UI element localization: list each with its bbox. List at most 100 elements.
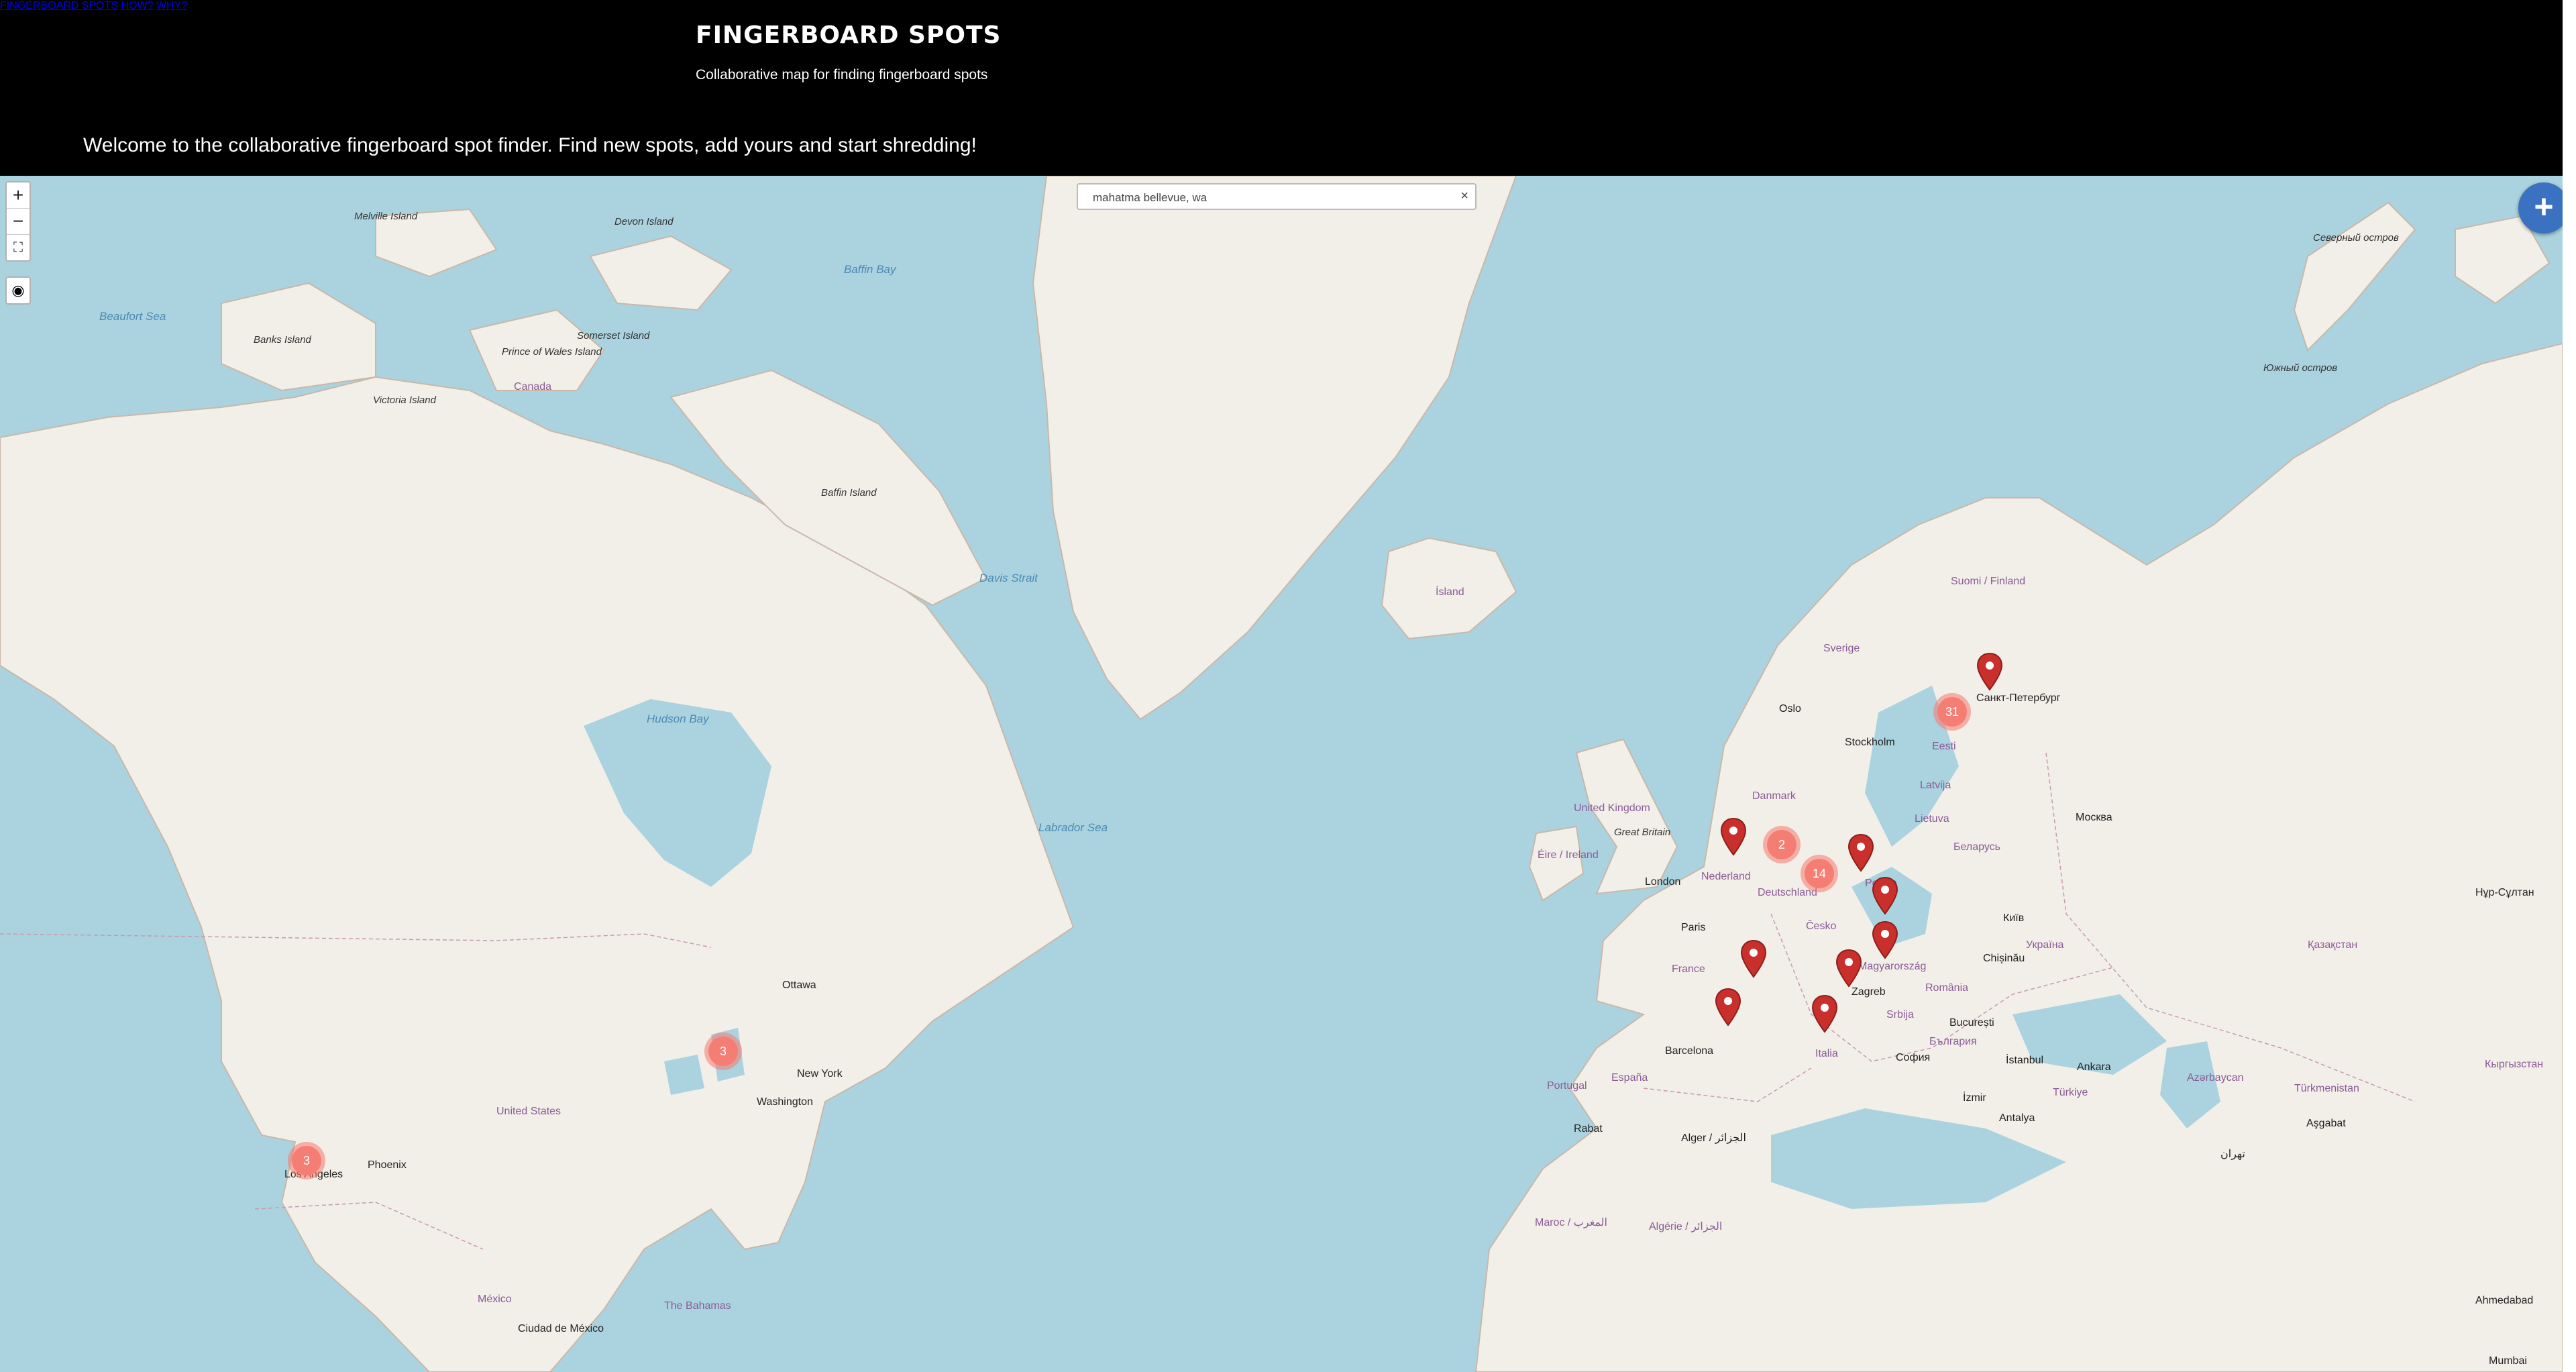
cluster-count: 3 <box>292 1146 321 1175</box>
cluster-marker-baltic[interactable]: 31 <box>1933 693 1971 731</box>
label-united-states: United States <box>496 1106 561 1117</box>
label-suomi: Suomi / Finland <box>1951 576 2026 587</box>
label-mexico: México <box>478 1294 512 1305</box>
map-pin-icon[interactable] <box>1811 994 1839 1033</box>
cluster-count: 31 <box>1937 697 1967 727</box>
label-azerbaijan: Azərbaycan <box>2187 1072 2244 1084</box>
label-istanbul: İstanbul <box>2006 1055 2044 1066</box>
label-maroc: Maroc / المغرب <box>1535 1217 1607 1228</box>
label-baffin-island: Baffin Island <box>821 487 877 498</box>
cluster-marker-germany[interactable]: 14 <box>1801 855 1838 892</box>
label-prince-of-wales: Prince of Wales Island <box>502 346 602 358</box>
label-chisinau: Chișinău <box>1983 953 2025 964</box>
label-stockholm: Stockholm <box>1845 737 1895 748</box>
label-cesko: Česko <box>1806 920 1837 932</box>
scrollbar-track[interactable] <box>2563 0 2576 1372</box>
add-spot-button[interactable]: + <box>2518 182 2563 233</box>
site-header: FINGERBOARD SPOTS Collaborative map for … <box>0 0 2563 176</box>
label-melville-island: Melville Island <box>354 211 418 222</box>
label-banks-island: Banks Island <box>254 334 311 346</box>
cluster-marker-great-lakes[interactable]: 3 <box>704 1033 742 1070</box>
map-pin-icon[interactable] <box>1739 939 1768 978</box>
label-great-britain: Great Britain <box>1614 827 1671 838</box>
label-lietuva: Lietuva <box>1915 813 1949 825</box>
label-eesti: Eesti <box>1932 741 1956 752</box>
map-pin-icon[interactable] <box>1719 817 1748 856</box>
label-united-kingdom: United Kingdom <box>1574 802 1650 814</box>
label-bahamas: The Bahamas <box>664 1300 731 1312</box>
label-kyiv: Київ <box>2003 912 2025 924</box>
label-turkiye: Türkiye <box>2053 1087 2088 1098</box>
cluster-count: 14 <box>1805 859 1834 888</box>
label-victoria-island: Victoria Island <box>373 394 436 406</box>
label-ciudad-mexico: Ciudad de México <box>518 1323 604 1334</box>
label-sverige: Sverige <box>1823 643 1860 654</box>
label-srbija: Srbija <box>1886 1009 1914 1020</box>
cluster-count: 3 <box>708 1037 738 1066</box>
cluster-marker-netherlands[interactable]: 2 <box>1763 826 1801 863</box>
welcome-message: Welcome to the collaborative fingerboard… <box>83 134 977 156</box>
label-sofia: София <box>1896 1052 1931 1063</box>
main-nav: FINGERBOARD SPOTS HOW? WHY? <box>0 0 2563 12</box>
label-hudson-bay: Hudson Bay <box>647 713 709 725</box>
label-beaufort-sea: Beaufort Sea <box>99 310 166 323</box>
label-devon-island: Devon Island <box>614 216 674 227</box>
fullscreen-icon[interactable]: ⛶ <box>7 235 30 260</box>
map-pin-icon[interactable] <box>1976 652 2004 691</box>
label-paris: Paris <box>1681 922 1706 933</box>
label-labrador-sea: Labrador Sea <box>1038 821 1108 834</box>
label-italia: Italia <box>1815 1048 1838 1059</box>
label-london: London <box>1645 876 1681 888</box>
label-kyrgyzstan: Кыргызстан <box>2485 1059 2544 1070</box>
nav-fingerboard-spots[interactable]: FINGERBOARD SPOTS <box>0 0 118 11</box>
label-tehran: تهران <box>2220 1149 2245 1160</box>
label-kazakhstan: Қазақстан <box>2308 939 2358 951</box>
label-balgariya: България <box>1929 1036 1977 1047</box>
label-canada: Canada <box>514 381 552 392</box>
label-danmark: Danmark <box>1752 790 1796 802</box>
map-pin-icon[interactable] <box>1714 988 1742 1026</box>
locate-icon[interactable]: ◉ <box>5 276 31 305</box>
label-yuzhny-island: Южный остров <box>2263 362 2338 374</box>
label-antalya: Antalya <box>1999 1112 2035 1124</box>
label-rabat: Rabat <box>1574 1123 1603 1134</box>
label-eire: Éire / Ireland <box>1538 849 1599 861</box>
label-latvija: Latvija <box>1920 780 1951 791</box>
label-zagreb: Zagreb <box>1851 986 1886 998</box>
label-ahmedabad: Ahmedabad <box>2475 1295 2534 1306</box>
site-title[interactable]: FINGERBOARD SPOTS <box>696 21 1001 49</box>
nav-how[interactable]: HOW? <box>121 0 153 11</box>
map-pin-icon[interactable] <box>1871 876 1899 915</box>
label-ukraine: Україна <box>2026 939 2064 951</box>
map-pin-icon[interactable] <box>1871 920 1899 959</box>
label-magyarorszag: Magyarország <box>1858 961 1927 972</box>
label-severny-island: Северный остров <box>2313 232 2399 244</box>
nav-why[interactable]: WHY? <box>156 0 187 11</box>
map-container[interactable]: Baffin Bay Beaufort Sea Labrador Sea Dav… <box>0 176 2563 1372</box>
map-base-layer <box>0 176 2563 1372</box>
label-davis-strait: Davis Strait <box>979 572 1038 584</box>
close-icon[interactable]: × <box>1460 189 1468 204</box>
map-search-box: × <box>1077 183 1477 210</box>
label-mumbai: Mumbai <box>2489 1355 2527 1367</box>
label-bucuresti: București <box>1949 1017 1994 1028</box>
label-barcelona: Barcelona <box>1665 1045 1714 1057</box>
label-ashgabat: Aşgabat <box>2306 1118 2346 1129</box>
map-pin-icon[interactable] <box>1847 833 1875 872</box>
cluster-count: 2 <box>1767 830 1796 859</box>
label-island: Ísland <box>1436 586 1464 598</box>
map-pin-icon[interactable] <box>1835 949 1863 988</box>
zoom-out-button[interactable]: − <box>7 209 30 235</box>
label-turkmenistan: Türkmenistan <box>2294 1083 2359 1094</box>
label-nederland: Nederland <box>1701 871 1751 882</box>
label-st-petersburg: Санкт-Петербург <box>1976 692 2061 704</box>
label-belarus: Беларусь <box>1953 841 2000 853</box>
map-search-input[interactable] <box>1091 189 1443 207</box>
label-algiers: Alger / الجزائر <box>1681 1132 1746 1144</box>
map-zoom-control: + − ⛶ <box>5 181 31 262</box>
site-subtitle: Collaborative map for finding fingerboar… <box>696 67 988 83</box>
label-portugal: Portugal <box>1547 1080 1587 1092</box>
cluster-marker-los-angeles[interactable]: 3 <box>288 1142 325 1179</box>
zoom-in-button[interactable]: + <box>7 182 30 209</box>
label-somerset-island: Somerset Island <box>577 330 650 341</box>
